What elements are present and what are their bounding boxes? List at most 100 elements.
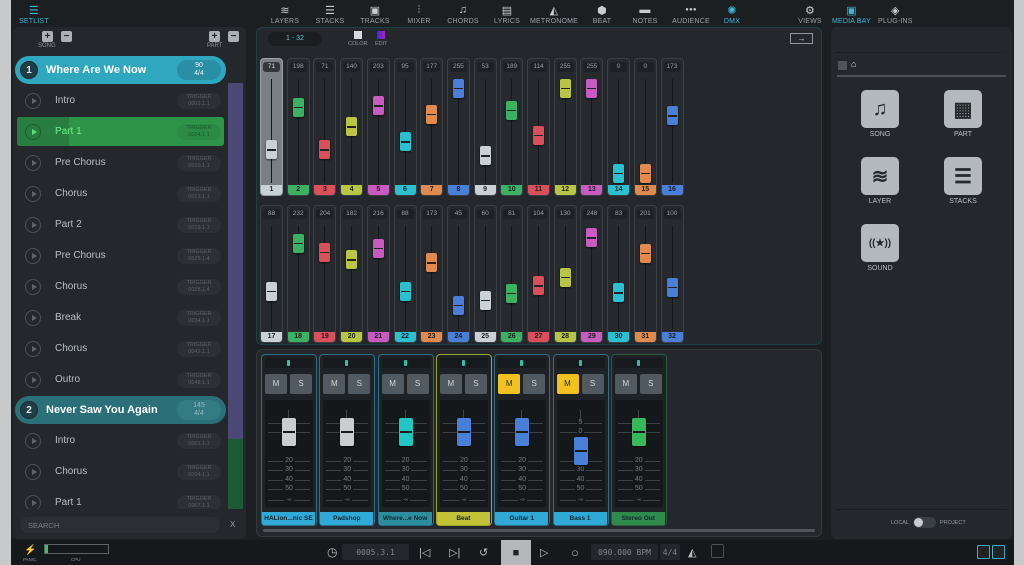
solo-button[interactable]: S (348, 374, 371, 394)
dmx-channel[interactable]: 255 13 (580, 58, 604, 196)
previous-marker-button[interactable]: |◁ (419, 544, 430, 560)
part-trigger[interactable]: TRIGGER 0042.1.1 (177, 340, 221, 357)
song-list[interactable]: 1 Where Are We Now 90 4/4 Intro TRIGGER 0001.1… (13, 54, 228, 509)
part-trigger[interactable]: TRIGGER 0004.1.1 (177, 123, 221, 140)
next-page-button[interactable]: → (790, 33, 813, 44)
solo-button[interactable]: S (639, 374, 662, 394)
tab-chords[interactable]: ♫ CHORDS (447, 4, 479, 25)
dmx-channel[interactable]: 0 14 (607, 58, 631, 196)
channel-fader[interactable] (639, 244, 651, 263)
part-trigger[interactable]: TRIGGER 0001.1.1 (177, 432, 221, 449)
dmx-channel[interactable]: 130 28 (553, 205, 577, 343)
dmx-channel[interactable]: 71 1 (260, 58, 283, 196)
dmx-channel[interactable]: 204 19 (313, 205, 337, 343)
channel-fader[interactable] (452, 296, 464, 315)
part-trigger[interactable]: TRIGGER 0007.1.1 (177, 494, 221, 509)
channel-fader[interactable] (266, 281, 277, 301)
channel-range-button[interactable]: 1 - 32 (268, 32, 322, 46)
toggle-switch[interactable] (913, 517, 937, 528)
channel-fader[interactable] (506, 101, 518, 120)
part-trigger[interactable]: TRIGGER 0034.1.1 (177, 309, 221, 326)
channel-fader[interactable] (319, 140, 331, 160)
dmx-channel[interactable]: 95 6 (393, 58, 417, 196)
play-part-button[interactable] (25, 432, 41, 449)
metronome-button[interactable]: ◭ (688, 544, 696, 560)
dmx-channel[interactable]: 189 10 (500, 58, 524, 196)
search-input[interactable]: SEARCH (20, 517, 220, 533)
channel-fader[interactable] (506, 284, 518, 303)
mute-button[interactable]: M (498, 374, 521, 394)
dmx-channel[interactable]: 255 12 (553, 58, 577, 196)
tab-lyrics[interactable]: ▤ LYRICS (494, 4, 520, 26)
tab-metronome[interactable]: ◭ METRONOME (530, 4, 578, 26)
channel-fader[interactable] (613, 283, 625, 303)
part-trigger[interactable]: TRIGGER 0013.1.1 (177, 185, 221, 202)
tile-stacks[interactable]: ☰ STACKS (944, 157, 982, 205)
channel-fader[interactable] (426, 105, 438, 124)
channel-fader[interactable] (426, 253, 438, 273)
part-row[interactable]: Break TRIGGER 0034.1.1 (17, 303, 224, 332)
part-trigger[interactable]: TRIGGER 0019.1.1 (177, 216, 221, 233)
part-row[interactable]: Part 1 TRIGGER 0007.1.1 (17, 488, 224, 509)
part-trigger[interactable]: TRIGGER 0025.1.4 (177, 247, 221, 264)
count-in-button[interactable] (711, 544, 724, 558)
channel-fader[interactable] (559, 79, 571, 98)
tab-stacks[interactable]: ☰ STACKS (316, 4, 345, 26)
play-part-button[interactable] (25, 309, 41, 326)
dmx-channel[interactable]: 71 3 (313, 58, 337, 196)
mute-button[interactable]: M (265, 374, 287, 394)
tab-mixer[interactable]: ⫶ MIXER (407, 4, 430, 26)
dmx-channel[interactable]: 114 11 (527, 58, 550, 196)
channel-fader[interactable] (340, 418, 355, 446)
dmx-channel[interactable]: 60 25 (473, 205, 497, 343)
stop-button[interactable]: ■ (501, 540, 531, 565)
play-part-button[interactable] (25, 247, 41, 264)
play-part-button[interactable] (25, 123, 41, 140)
solo-button[interactable]: S (406, 374, 429, 394)
position-display[interactable]: 0005.3.1 (342, 544, 409, 560)
dmx-channel[interactable]: 53 9 (473, 58, 497, 196)
solo-button[interactable]: S (464, 374, 487, 394)
dmx-channel[interactable]: 182 20 (340, 205, 364, 343)
tile-song[interactable]: ♫ SONG (861, 90, 899, 138)
channel-fader[interactable] (266, 140, 277, 160)
remove-song-button[interactable]: − (61, 31, 72, 42)
tab-dmx[interactable]: ✺ DMX (724, 4, 740, 26)
layout-left-button[interactable] (977, 545, 990, 559)
channel-fader[interactable] (292, 233, 304, 253)
channel-fader[interactable] (586, 228, 598, 248)
play-part-button[interactable] (25, 340, 41, 357)
channel-fader[interactable] (372, 96, 384, 116)
part-trigger[interactable]: TRIGGER 0028.1.4 (177, 278, 221, 295)
play-button[interactable]: ▷ (540, 544, 548, 560)
solo-button[interactable]: S (523, 374, 546, 394)
tile-layer[interactable]: ≋ LAYER (861, 157, 899, 205)
part-row[interactable]: Chorus TRIGGER 0004.1.1 (17, 457, 224, 486)
tempo-display[interactable]: 090.000 BPM (591, 544, 658, 560)
channel-fader[interactable] (586, 79, 598, 98)
play-part-button[interactable] (25, 278, 41, 295)
part-row[interactable]: Intro TRIGGER 0001.1.1 (17, 86, 224, 115)
part-row[interactable]: Pre Chorus TRIGGER 0010.1.1 (17, 148, 224, 177)
part-row[interactable]: Chorus TRIGGER 0042.1.1 (17, 334, 224, 363)
mute-button[interactable]: M (381, 374, 404, 394)
mixer-scrollbar[interactable] (263, 529, 815, 532)
tab-audience[interactable]: ●●● AUDIENCE (672, 4, 710, 25)
solo-button[interactable]: S (290, 374, 312, 394)
clear-search-button[interactable]: X (230, 520, 235, 529)
dmx-channel[interactable]: 216 21 (366, 205, 390, 343)
mute-button[interactable]: M (439, 374, 462, 394)
tab-beat[interactable]: ⬢ BEAT (593, 4, 612, 26)
channel-fader[interactable] (613, 164, 625, 183)
song-row[interactable]: 1 Where Are We Now 90 4/4 (15, 56, 226, 84)
part-row[interactable]: Part 2 TRIGGER 0019.1.1 (17, 210, 224, 239)
dmx-channel[interactable]: 173 23 (420, 205, 444, 343)
dmx-channel[interactable]: 173 16 (660, 58, 684, 196)
channel-fader[interactable] (452, 79, 464, 98)
dmx-channel[interactable]: 255 8 (446, 58, 470, 196)
tab-tracks[interactable]: ▣ TRACKS (360, 4, 390, 26)
tab-plug-ins[interactable]: ◈ PLUG-INS (878, 4, 913, 26)
song-row[interactable]: 2 Never Saw You Again 145 4/4 (15, 396, 226, 424)
dmx-channel[interactable]: 198 2 (286, 58, 310, 196)
mute-button[interactable]: M (614, 374, 637, 394)
